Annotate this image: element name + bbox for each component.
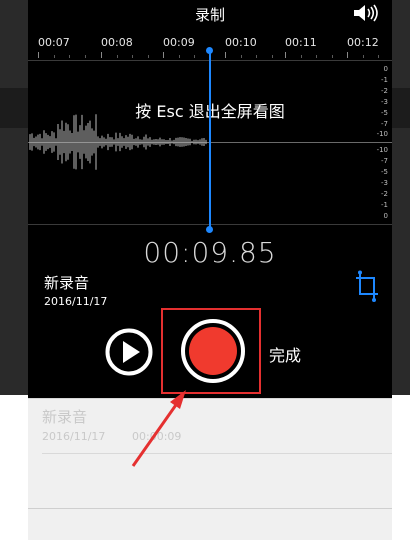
timeline-tick [285,52,286,58]
recorder-panel: 录制 00:07 00:08 00:09 00:10 00:11 00:12 0… [28,0,392,398]
timeline-label: 00:12 [347,36,379,49]
list-item-date: 2016/11/17 [42,430,106,443]
timeline-minor-tick [378,55,379,58]
voice-memos-screen: 录制 00:07 00:08 00:09 00:10 00:11 00:12 0… [0,0,410,540]
speaker-icon[interactable] [352,2,380,24]
left-backdrop-band [0,88,28,128]
list-separator [28,508,392,509]
left-backdrop-lower [0,395,28,540]
scale-label: -1 [381,201,388,209]
recording-date: 2016/11/17 [44,295,108,308]
timeline-tick [163,52,164,58]
timeline-label: 00:11 [285,36,317,49]
play-icon[interactable] [105,328,153,376]
recording-name[interactable]: 新录音 [44,272,89,293]
timeline-tick [225,52,226,58]
timeline-minor-tick [331,55,333,58]
timeline-minor-tick [69,55,70,58]
timeline-minor-tick [194,55,195,58]
scale-label: -3 [381,179,388,187]
scale-label: -1 [381,76,388,84]
scale-label: -10 [376,130,388,138]
timeline-minor-tick [53,55,55,58]
crop-icon[interactable] [354,270,380,304]
timeline-minor-tick [116,55,118,58]
elapsed-timer: 00:09.85 [143,236,277,269]
record-button[interactable] [181,319,245,383]
list-separator [42,453,392,454]
timeline-tick [347,52,348,58]
scale-label: -10 [376,146,388,154]
timeline-minor-tick [256,55,257,58]
scale-label: 0 [383,212,388,220]
list-top-divider [28,398,392,399]
done-button[interactable]: 完成 [269,342,301,366]
timeline-label: 00:09 [163,36,195,49]
right-backdrop [392,0,410,395]
list-item-duration: 00:00:09 [132,430,182,443]
timeline-minor-tick [240,55,242,58]
playhead[interactable] [209,50,211,230]
scale-label: -5 [381,168,388,176]
record-icon [189,327,237,375]
timeline-tick [38,52,39,58]
timeline-minor-tick [271,55,273,58]
timeline-minor-tick [300,55,302,58]
list-item-name: 新录音 [42,408,88,426]
scale-label: 0 [383,65,388,73]
playhead-bottom-handle[interactable] [206,226,213,233]
playhead-top-handle[interactable] [206,47,213,54]
timeline-tick [101,52,102,58]
timeline-label: 00:10 [225,36,257,49]
left-backdrop [0,0,28,395]
timeline-label: 00:07 [38,36,70,49]
timeline-minor-tick [316,55,317,58]
right-backdrop-band [392,88,410,128]
timeline-minor-tick [362,55,364,58]
scale-label: -2 [381,87,388,95]
timeline-minor-tick [132,55,133,58]
page-title: 录制 [194,6,225,24]
scale-label: -2 [381,190,388,198]
timeline-label: 00:08 [101,36,133,49]
timeline-minor-tick [147,55,149,58]
recordings-list: 新录音 2016/11/17 00:00:09 [28,398,392,540]
timeline-minor-tick [84,55,86,58]
timeline-minor-tick [178,55,180,58]
scale-label: -7 [381,157,388,165]
